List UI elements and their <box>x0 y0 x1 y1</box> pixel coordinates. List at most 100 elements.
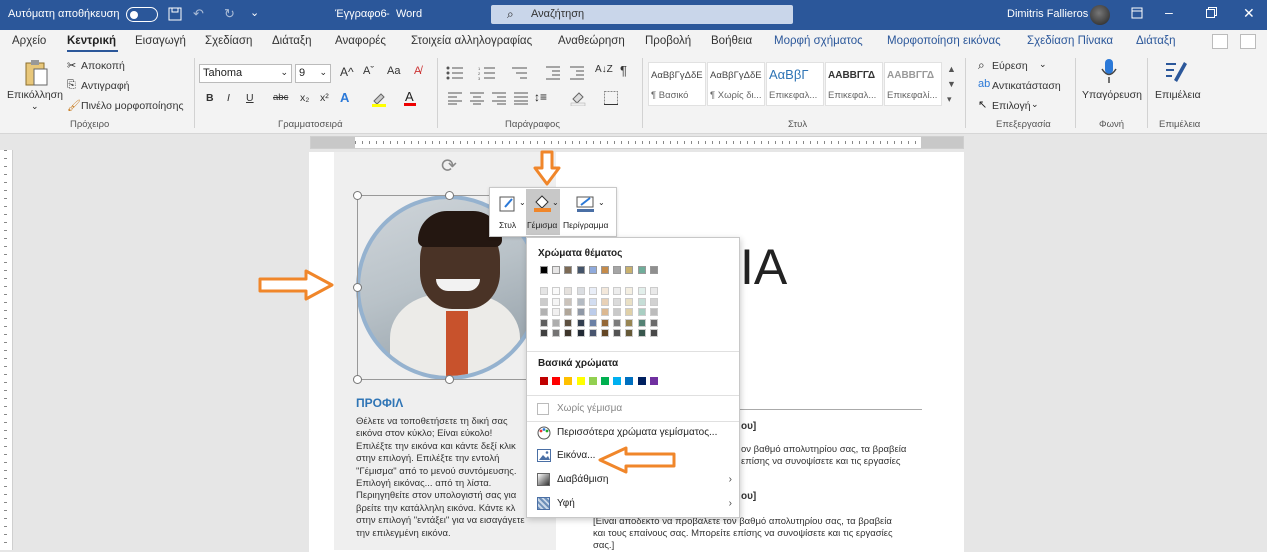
mini-outline-label[interactable]: Περίγραμμα <box>563 220 608 230</box>
select-icon[interactable]: ↖ <box>978 98 987 111</box>
borders-icon[interactable] <box>604 91 618 105</box>
style-heading-2[interactable]: AABBΓΓΔ Επικεφαλ... <box>825 62 883 106</box>
theme-shade-swatch[interactable] <box>576 308 585 316</box>
style-heading-1[interactable]: AαBβΓ Επικεφαλ... <box>766 62 824 106</box>
style-icon[interactable] <box>499 195 517 213</box>
theme-shade-swatch[interactable] <box>613 308 622 316</box>
decrease-indent-icon[interactable] <box>546 66 560 80</box>
horizontal-ruler[interactable] <box>310 136 964 149</box>
theme-shade-swatch[interactable] <box>625 287 634 295</box>
theme-shade-swatch[interactable] <box>625 297 634 306</box>
tab-picture-format[interactable]: Μορφοποίηση εικόνας <box>887 35 1001 47</box>
editor-label[interactable]: Επιμέλεια <box>1155 89 1201 101</box>
text-effects-icon[interactable]: A <box>340 90 349 105</box>
theme-shade-swatch[interactable] <box>637 297 646 306</box>
find-icon[interactable]: ⌕ <box>978 58 985 73</box>
editor-icon[interactable] <box>1164 58 1188 84</box>
standard-color-swatch[interactable] <box>649 377 658 385</box>
copy-icon[interactable]: ⎘ <box>67 79 76 92</box>
redo-icon[interactable]: ↻ <box>224 6 235 22</box>
theme-shade-swatch[interactable] <box>649 287 658 295</box>
theme-color-swatch[interactable] <box>564 266 573 274</box>
sort-icon[interactable]: A↓Z <box>595 64 613 75</box>
microphone-icon[interactable] <box>1100 58 1118 84</box>
texture-item[interactable]: Υφή › <box>527 493 739 515</box>
theme-shade-swatch[interactable] <box>588 318 597 327</box>
theme-color-swatch[interactable] <box>552 266 561 274</box>
avatar[interactable] <box>1090 5 1110 25</box>
theme-shade-swatch[interactable] <box>637 318 646 327</box>
increase-indent-icon[interactable] <box>570 66 584 80</box>
replace-icon[interactable]: ab <box>978 78 990 90</box>
align-left-icon[interactable] <box>448 92 462 105</box>
standard-color-swatch[interactable] <box>637 377 646 385</box>
theme-shade-swatch[interactable] <box>601 329 609 337</box>
theme-color-swatch[interactable] <box>540 266 548 274</box>
chevron-down-icon[interactable]: ⌄ <box>552 198 559 207</box>
standard-color-swatch[interactable] <box>588 377 597 385</box>
copy-label[interactable]: Αντιγραφή <box>81 80 130 92</box>
standard-color-swatch[interactable] <box>540 377 548 385</box>
theme-shade-swatch[interactable] <box>552 329 561 337</box>
find-label[interactable]: Εύρεση <box>992 60 1028 72</box>
cut-icon[interactable]: ✂ <box>67 59 76 72</box>
show-marks-icon[interactable]: ¶ <box>620 63 627 78</box>
theme-shade-swatch[interactable] <box>576 287 585 295</box>
theme-shade-swatch[interactable] <box>588 329 597 337</box>
close-icon[interactable]: ✕ <box>1243 5 1255 22</box>
theme-shade-swatch[interactable] <box>540 287 548 295</box>
tab-references[interactable]: Αναφορές <box>335 35 386 47</box>
theme-color-swatch[interactable] <box>601 266 609 274</box>
theme-shade-swatch[interactable] <box>540 329 548 337</box>
theme-shade-swatch[interactable] <box>588 297 597 306</box>
theme-shade-swatch[interactable] <box>576 297 585 306</box>
format-painter-icon[interactable]: 🖌 <box>67 99 81 112</box>
save-icon[interactable] <box>168 7 182 21</box>
align-right-icon[interactable] <box>492 92 506 105</box>
theme-color-swatch[interactable] <box>588 266 597 274</box>
theme-shade-swatch[interactable] <box>552 318 561 327</box>
dictate-label[interactable]: Υπαγόρευση <box>1082 89 1142 101</box>
fill-bucket-icon[interactable] <box>533 193 551 213</box>
resize-handle[interactable] <box>353 191 362 200</box>
bold-button[interactable]: B <box>206 92 214 104</box>
theme-shade-swatch[interactable] <box>540 318 548 327</box>
multilevel-list-icon[interactable] <box>510 66 528 80</box>
theme-shade-swatch[interactable] <box>552 297 561 306</box>
resize-handle[interactable] <box>353 283 362 292</box>
chevron-down-icon[interactable]: ⌄ <box>1039 59 1047 70</box>
tab-mailings[interactable]: Στοιχεία αλληλογραφίας <box>411 35 532 47</box>
paste-label[interactable]: Επικόλληση <box>7 89 63 101</box>
paste-icon[interactable] <box>24 59 48 87</box>
theme-shade-swatch[interactable] <box>564 287 573 295</box>
theme-shade-swatch[interactable] <box>625 329 634 337</box>
resize-handle[interactable] <box>445 375 454 384</box>
font-color-icon[interactable]: A <box>403 89 417 107</box>
tab-view[interactable]: Προβολή <box>645 35 691 47</box>
theme-shade-swatch[interactable] <box>637 329 646 337</box>
resize-handle[interactable] <box>445 191 454 200</box>
theme-color-swatch[interactable] <box>576 266 585 274</box>
highlight-icon[interactable] <box>371 91 387 107</box>
replace-label[interactable]: Αντικατάσταση <box>992 80 1061 92</box>
standard-color-swatch[interactable] <box>564 377 573 385</box>
comments-icon[interactable] <box>1240 34 1256 49</box>
theme-shade-swatch[interactable] <box>564 308 573 316</box>
format-painter-label[interactable]: Πινέλο μορφοποίησης <box>81 100 184 112</box>
share-icon[interactable] <box>1212 34 1228 49</box>
mini-fill-label[interactable]: Γέμισμα <box>527 220 557 230</box>
theme-color-swatch[interactable] <box>637 266 646 274</box>
theme-color-swatch[interactable] <box>613 266 622 274</box>
theme-shade-swatch[interactable] <box>613 318 622 327</box>
tab-help[interactable]: Βοήθεια <box>711 35 752 47</box>
tab-file[interactable]: Αρχείο <box>12 35 46 47</box>
theme-shade-swatch[interactable] <box>601 318 609 327</box>
undo-icon[interactable]: ↶ <box>193 6 204 22</box>
theme-shade-swatch[interactable] <box>552 308 561 316</box>
shading-icon[interactable] <box>570 90 586 106</box>
theme-shade-swatch[interactable] <box>552 287 561 295</box>
align-center-icon[interactable] <box>470 92 484 105</box>
standard-color-swatch[interactable] <box>625 377 634 385</box>
search-box[interactable]: ⌕ Αναζήτηση <box>491 5 793 24</box>
tab-shape-format[interactable]: Μορφή σχήματος <box>774 35 863 47</box>
